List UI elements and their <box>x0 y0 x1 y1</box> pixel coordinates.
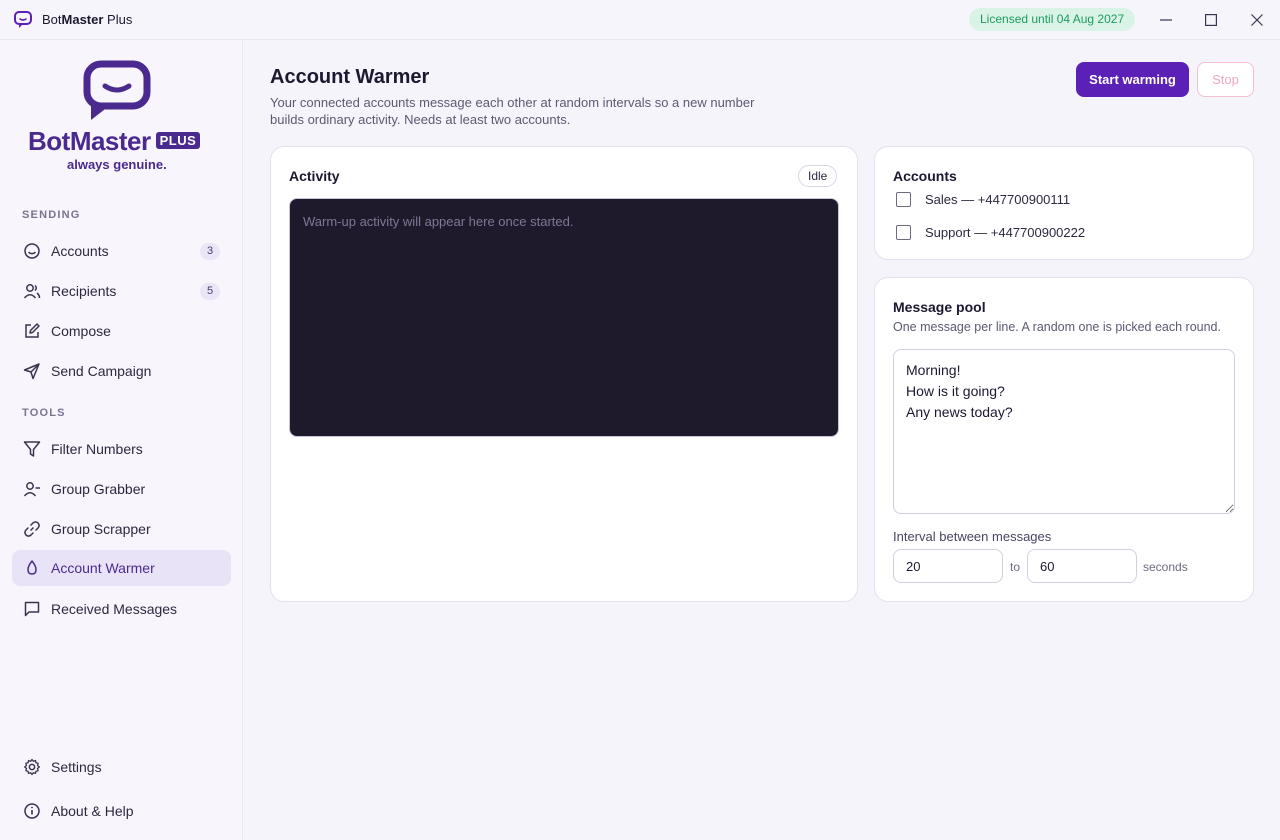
activity-card: Activity Idle Warm-up activity will appe… <box>270 146 858 602</box>
sidebar-item-filter-numbers[interactable]: Filter Numbers <box>12 431 231 467</box>
accounts-title: Accounts <box>893 168 957 184</box>
account-checkbox-sales[interactable]: Sales — +447700900111 <box>896 189 1070 209</box>
message-pool-textarea[interactable]: Morning! How is it going? Any news today… <box>893 349 1235 514</box>
message-icon <box>24 601 40 617</box>
title-bar: BotMaster Plus Licensed until 04 Aug 202… <box>0 0 1280 40</box>
gear-icon <box>24 758 40 776</box>
smile-icon <box>24 243 40 259</box>
send-icon <box>23 363 40 380</box>
brand-tagline: always genuine. <box>67 157 167 172</box>
interval-label: Interval between messages <box>893 529 1052 544</box>
sidebar-item-group-grabber[interactable]: Group Grabber <box>12 471 231 507</box>
sidebar-item-accounts[interactable]: Accounts 3 <box>12 233 231 269</box>
sidebar-item-label: Send Campaign <box>51 363 152 379</box>
start-warming-button[interactable]: Start warming <box>1076 62 1189 97</box>
sidebar: BotMaster PLUS always genuine. SENDING Ac… <box>0 40 243 840</box>
main-content: Account Warmer Your connected accounts m… <box>244 40 1280 840</box>
interval-to-label: to <box>1010 560 1021 574</box>
page-description: Your connected accounts message each oth… <box>270 95 755 127</box>
interval-max-input[interactable] <box>1027 549 1137 583</box>
maximize-icon <box>1205 14 1217 26</box>
user-minus-icon <box>23 482 40 497</box>
minimize-icon <box>1160 19 1172 21</box>
message-pool-title: Message pool <box>893 299 986 315</box>
sidebar-item-label: Accounts <box>51 243 109 259</box>
brand-logo: BotMaster PLUS always genuine. <box>28 60 218 175</box>
users-icon <box>23 284 41 299</box>
sidebar-item-send-campaign[interactable]: Send Campaign <box>12 353 231 389</box>
sidebar-item-label: Recipients <box>51 283 117 299</box>
count-badge: 5 <box>200 283 220 300</box>
interval-unit-label: seconds <box>1143 560 1188 574</box>
section-label-tools: TOOLS <box>22 407 66 419</box>
edit-icon <box>25 323 40 338</box>
sidebar-item-account-warmer[interactable]: Account Warmer <box>12 550 231 586</box>
checkbox[interactable] <box>896 191 911 207</box>
sidebar-item-compose[interactable]: Compose <box>12 313 231 349</box>
flame-icon <box>27 560 37 575</box>
filter-icon <box>23 441 41 457</box>
message-pool-hint: One message per line. A random one is pi… <box>893 320 1221 334</box>
stop-button[interactable]: Stop <box>1197 62 1254 97</box>
brand-plus-badge: PLUS <box>155 132 201 149</box>
sidebar-item-label: Received Messages <box>51 601 178 617</box>
brand-name: BotMaster PLUS <box>28 126 201 157</box>
license-badge: Licensed until 04 Aug 2027 <box>969 8 1136 31</box>
link-icon <box>24 521 40 537</box>
info-icon <box>24 803 40 819</box>
account-label: Sales — +447700900111 <box>925 191 1071 207</box>
maximize-button[interactable] <box>1199 8 1223 32</box>
accounts-card: Accounts Sales — +447700900111 Support —… <box>874 146 1254 260</box>
close-button[interactable] <box>1245 8 1269 32</box>
sidebar-item-label: Filter Numbers <box>51 441 143 457</box>
sidebar-item-label: Account Warmer <box>51 560 155 576</box>
account-label: Support — +447700900222 <box>925 224 1086 240</box>
sidebar-item-recipients[interactable]: Recipients 5 <box>12 273 231 309</box>
interval-min-input[interactable] <box>893 549 1003 583</box>
activity-log[interactable]: Warm-up activity will appear here once s… <box>289 198 839 437</box>
status-badge: Idle <box>798 165 838 187</box>
message-pool-card: Message pool One message per line. A ran… <box>874 277 1254 602</box>
page-title: Account Warmer <box>270 66 430 88</box>
window-title: BotMaster Plus <box>42 12 133 27</box>
sidebar-item-label: Group Grabber <box>51 481 146 497</box>
sidebar-item-label: Group Scrapper <box>51 521 151 537</box>
count-badge: 3 <box>200 243 220 260</box>
checkbox[interactable] <box>896 224 911 240</box>
minimize-button[interactable] <box>1154 8 1178 32</box>
activity-title: Activity <box>289 168 340 184</box>
sidebar-item-settings[interactable]: Settings <box>12 749 231 785</box>
sidebar-item-label: Compose <box>51 323 111 339</box>
sidebar-item-about-help[interactable]: About & Help <box>12 793 231 829</box>
account-checkbox-support[interactable]: Support — +447700900222 <box>896 222 1085 242</box>
sidebar-item-group-scrapper[interactable]: Group Scrapper <box>12 511 231 547</box>
section-label-sending: SENDING <box>22 209 81 221</box>
brand-chat-icon <box>83 60 151 120</box>
activity-empty-text: Warm-up activity will appear here once s… <box>303 214 574 229</box>
sidebar-item-label: About & Help <box>51 803 134 819</box>
sidebar-item-received-messages[interactable]: Received Messages <box>12 591 231 627</box>
app-logo-icon <box>14 11 32 28</box>
sidebar-item-label: Settings <box>51 759 102 775</box>
close-icon <box>1251 14 1263 26</box>
